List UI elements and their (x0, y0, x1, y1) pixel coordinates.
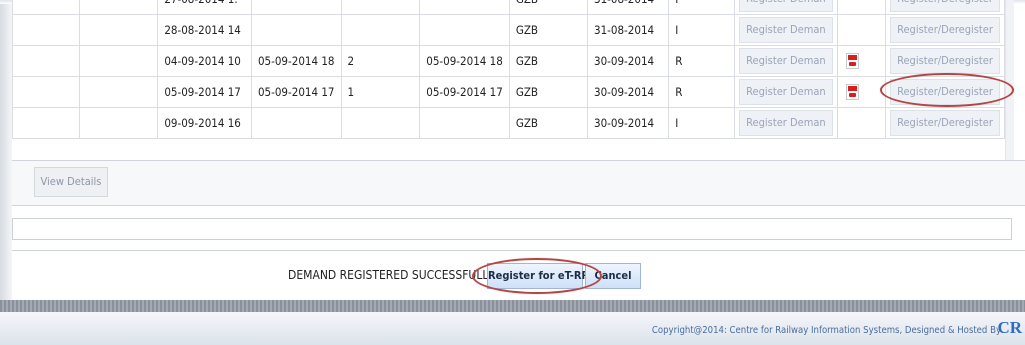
cell-date3: 05-09-2014 17 (419, 76, 510, 108)
register-demand-button[interactable]: Register Deman (739, 17, 833, 43)
cell-date4: 31-08-2014 (586, 14, 670, 46)
cell-qty (340, 107, 421, 139)
cell-col1 (12, 14, 81, 46)
cell-pdf (836, 0, 887, 15)
cell-date1: 27-08-2014 1: (157, 0, 252, 15)
cell-date1: 04-09-2014 10 (157, 45, 252, 77)
cell-register: Register/Deregister (885, 14, 1005, 46)
pdf-icon[interactable] (845, 53, 859, 69)
cell-station: GZB (508, 45, 588, 77)
cell-status: R (668, 76, 736, 108)
cell-date2 (250, 107, 342, 139)
divider (12, 250, 1025, 251)
register-deregister-button[interactable]: Register/Deregister (890, 48, 1000, 74)
cell-station: GZB (508, 107, 588, 139)
register-demand-button[interactable]: Register Deman (739, 48, 833, 74)
cell-register: Register/Deregister (885, 107, 1005, 139)
cell-col1 (12, 0, 81, 15)
cell-col1 (12, 76, 81, 108)
cell-status: I (668, 14, 736, 46)
cell-date1: 05-09-2014 17 (157, 76, 252, 108)
cell-date3 (419, 107, 510, 139)
footer-strip (0, 300, 1025, 312)
cris-logo: CR (997, 318, 1022, 337)
cell-pdf (836, 76, 887, 108)
cell-date1: 28-08-2014 14 (157, 14, 252, 46)
register-deregister-button[interactable]: Register/Deregister (890, 110, 1000, 136)
remarks-input[interactable] (12, 218, 1012, 240)
cell-date4: 31-08-2014 (586, 0, 670, 15)
cell-demand: Register Deman (734, 14, 838, 46)
footer: Copyright@2014: Centre for Railway Infor… (0, 312, 1025, 345)
cell-date3 (419, 14, 510, 46)
cell-status: I (668, 107, 736, 139)
register-demand-button[interactable]: Register Deman (739, 110, 833, 136)
cell-date2 (250, 0, 342, 15)
cell-qty (340, 14, 421, 46)
cell-col1 (12, 45, 81, 77)
view-details-button[interactable]: View Details (34, 167, 108, 197)
demand-table: 27-08-2014 1:GZB31-08-2014IRegister Dema… (12, 0, 1005, 139)
cell-col2 (79, 0, 159, 15)
cell-demand: Register Deman (734, 45, 838, 77)
cell-register: Register/Deregister (885, 0, 1005, 15)
cell-register: Register/Deregister (885, 76, 1005, 108)
cell-pdf (836, 107, 887, 139)
cell-status: R (668, 45, 736, 77)
cell-date4: 30-09-2014 (586, 45, 670, 77)
cell-qty: 1 (340, 76, 421, 108)
cell-station: GZB (508, 14, 588, 46)
register-deregister-button[interactable]: Register/Deregister (890, 17, 1000, 43)
copyright-text: Copyright@2014: Centre for Railway Infor… (651, 325, 1001, 336)
cell-col1 (12, 107, 81, 139)
register-deregister-button[interactable]: Register/Deregister (890, 79, 1000, 105)
cell-date4: 30-09-2014 (586, 76, 670, 108)
cell-qty (340, 0, 421, 15)
cell-pdf (836, 14, 887, 46)
cell-demand: Register Deman (734, 0, 838, 15)
table-row: 28-08-2014 14 GZB 31-08-2014 I Register Dema… (12, 14, 1005, 46)
cell-register: Register/Deregister (885, 45, 1005, 77)
cancel-button[interactable]: Cancel (585, 263, 641, 289)
cell-date4: 30-09-2014 (586, 107, 670, 139)
cell-qty: 2 (340, 45, 421, 77)
cell-date1: 09-09-2014 16 (157, 107, 252, 139)
action-panel: View Details (12, 161, 1025, 206)
table-row: 09-09-2014 16 GZB 30-09-2014 I Register Dema… (12, 107, 1005, 139)
table-row: 27-08-2014 1: GZB31-08-2014IRegister Dema… (12, 0, 1005, 15)
left-edge-shade (0, 0, 12, 345)
cell-date3: 05-09-2014 18 (419, 45, 510, 77)
success-message: DEMAND REGISTERED SUCCESSFULLY. (288, 268, 495, 282)
table-row: 04-09-2014 10 05-09-2014 18 2 05-09-2014 18… (12, 45, 1005, 77)
register-etrr-button[interactable]: Register for eT-RR (487, 263, 589, 289)
cell-station: GZB (508, 76, 588, 108)
grid-scrollbar[interactable] (1005, 0, 1014, 160)
cell-date3 (419, 0, 510, 15)
cell-date2 (250, 14, 342, 46)
cell-date2: 05-09-2014 17 (250, 76, 342, 108)
cell-demand: Register Deman (734, 107, 838, 139)
cell-date2: 05-09-2014 18 (250, 45, 342, 77)
cell-col2 (79, 45, 159, 77)
register-deregister-button[interactable]: Register/Deregister (890, 0, 1000, 12)
cell-col2 (79, 107, 159, 139)
cell-col2 (79, 76, 159, 108)
register-demand-button[interactable]: Register Deman (739, 0, 833, 12)
cell-status: I (668, 0, 736, 15)
cell-pdf (836, 45, 887, 77)
cell-col2 (79, 14, 159, 46)
cell-demand: Register Deman (734, 76, 838, 108)
cell-station: GZB (508, 0, 588, 15)
demand-grid: 27-08-2014 1:GZB31-08-2014IRegister Dema… (12, 0, 1005, 160)
pdf-icon[interactable] (845, 84, 859, 100)
table-row: 05-09-2014 17 05-09-2014 17 1 05-09-2014 17… (12, 76, 1005, 108)
register-demand-button[interactable]: Register Deman (739, 79, 833, 105)
status-row: DEMAND REGISTERED SUCCESSFULLY. Register… (0, 257, 1025, 293)
